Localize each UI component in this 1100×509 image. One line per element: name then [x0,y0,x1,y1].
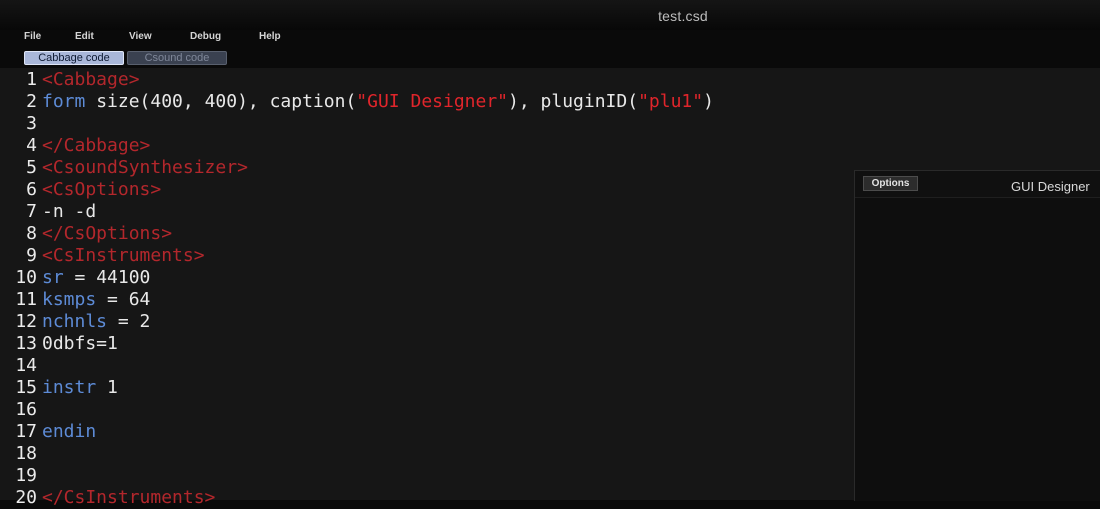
code-token: form [42,91,86,112]
line-number: 13 [15,333,37,354]
code-token: "plu1" [638,91,704,112]
line-number: 3 [26,113,37,134]
tab-csound-code[interactable]: Csound code [127,51,227,65]
line-number: 8 [26,223,37,244]
code-line[interactable]: 4 </Cabbage> [0,135,150,157]
line-code: sr = 44100 [42,267,150,289]
line-number: 6 [26,179,37,200]
code-line[interactable]: 5 <CsoundSynthesizer> [0,157,248,179]
gui-designer-header: Options GUI Designer [855,171,1100,198]
line-number: 15 [15,377,37,398]
code-line[interactable]: 18 [0,443,42,465]
menu-debug[interactable]: Debug [190,31,221,42]
line-number: 18 [15,443,37,464]
code-token: sr [42,267,64,288]
line-number: 20 [15,487,37,508]
code-line[interactable]: 16 [0,399,42,421]
code-line[interactable]: 13 0dbfs=1 [0,333,118,355]
line-number: 11 [15,289,37,310]
line-number: 14 [15,355,37,376]
code-token: </Cabbage> [42,135,151,156]
line-number: 12 [15,311,37,332]
menu-file[interactable]: File [24,31,41,42]
code-token: </CsInstruments> [42,487,216,508]
line-number: 10 [15,267,37,288]
line-code: </CsOptions> [42,223,172,245]
menu-help[interactable]: Help [259,31,281,42]
options-tab[interactable]: Options [863,176,918,191]
menu-bar: File Edit View Debug Help [0,30,1100,48]
code-line[interactable]: 1 <Cabbage> [0,69,140,91]
code-line[interactable]: 15 instr 1 [0,377,118,399]
gui-designer-title: GUI Designer [1011,179,1090,194]
line-code: <CsoundSynthesizer> [42,157,248,179]
line-code: </Cabbage> [42,135,150,157]
code-line[interactable]: 3 [0,113,42,135]
code-token: <CsOptions> [42,179,162,200]
line-number: 17 [15,421,37,442]
code-token: "GUI Designer" [356,91,509,112]
code-token: -n -d [42,201,97,222]
editor-tab-bar: Cabbage code Csound code [0,48,1100,68]
line-code: </CsInstruments> [42,487,215,509]
tab-cabbage-code[interactable]: Cabbage code [24,51,124,65]
line-code: form size(400, 400), caption("GUI Design… [42,91,714,113]
code-token: ) [703,91,714,112]
code-token: size(400, 400), caption( [85,91,357,112]
line-code: 0dbfs=1 [42,333,118,355]
line-number: 7 [26,201,37,222]
code-line[interactable]: 2 form size(400, 400), caption("GUI Desig… [0,91,714,113]
line-number: 9 [26,245,37,266]
gui-designer-panel[interactable]: Options GUI Designer [854,170,1100,501]
line-number: 5 [26,157,37,178]
line-code: ksmps = 64 [42,289,150,311]
line-code: <Cabbage> [42,69,140,91]
line-number: 19 [15,465,37,486]
line-number: 2 [26,91,37,112]
code-token: <CsInstruments> [42,245,205,266]
menu-edit[interactable]: Edit [75,31,94,42]
title-bar: test.csd [0,0,1100,30]
line-code: endin [42,421,96,443]
code-token: 1 [96,377,118,398]
code-token: instr [42,377,97,398]
code-token: nchnls [42,311,108,332]
code-token: ), pluginID( [508,91,639,112]
code-line[interactable]: 9 <CsInstruments> [0,245,205,267]
code-token: endin [42,421,97,442]
line-number: 4 [26,135,37,156]
line-number: 16 [15,399,37,420]
code-line[interactable]: 20 </CsInstruments> [0,487,215,509]
code-token: = 44100 [63,267,151,288]
line-code: -n -d [42,201,96,223]
code-line[interactable]: 12 nchnls = 2 [0,311,150,333]
window-title: test.csd [658,8,708,24]
code-line[interactable]: 6 <CsOptions> [0,179,161,201]
code-line[interactable]: 7 -n -d [0,201,96,223]
line-number: 1 [26,69,37,90]
line-code: instr 1 [42,377,118,399]
code-token: <Cabbage> [42,69,140,90]
code-line[interactable]: 8 </CsOptions> [0,223,172,245]
code-line[interactable]: 11 ksmps = 64 [0,289,150,311]
code-token: = 64 [96,289,151,310]
code-line[interactable]: 10 sr = 44100 [0,267,150,289]
line-code: nchnls = 2 [42,311,150,333]
code-token: <CsoundSynthesizer> [42,157,248,178]
line-code: <CsInstruments> [42,245,205,267]
code-line[interactable]: 17 endin [0,421,96,443]
menu-view[interactable]: View [129,31,152,42]
code-line[interactable]: 14 [0,355,42,377]
code-line[interactable]: 19 [0,465,42,487]
line-code: <CsOptions> [42,179,161,201]
code-token: = 2 [107,311,151,332]
code-token: </CsOptions> [42,223,173,244]
code-token: 0dbfs=1 [42,333,118,354]
code-token: ksmps [42,289,97,310]
